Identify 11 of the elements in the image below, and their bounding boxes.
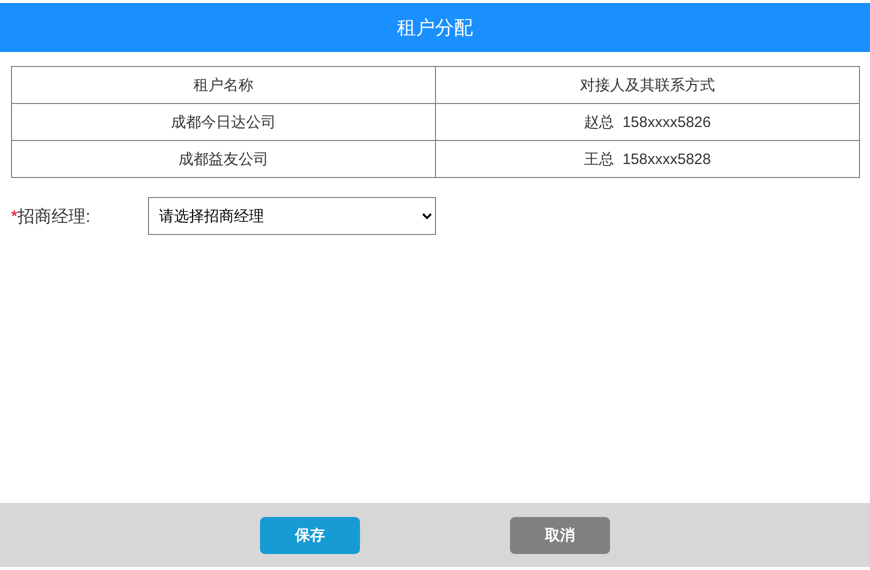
column-header: 租户名称 xyxy=(12,66,436,104)
manager-select[interactable]: 请选择招商经理 xyxy=(148,197,436,235)
cancel-button[interactable]: 取消 xyxy=(510,516,610,554)
table-cell: 成都今日达公司 xyxy=(12,104,436,140)
table-cell: 赵总 158xxxx5826 xyxy=(436,104,860,140)
field-label: *招商经理: xyxy=(11,206,92,228)
table-cell: 王总 158xxxx5828 xyxy=(436,140,860,178)
save-button[interactable]: 保存 xyxy=(260,516,360,554)
page-title: 租户分配 xyxy=(0,3,870,52)
table-cell: 成都益友公司 xyxy=(12,140,436,178)
column-header: 对接人及其联系方式 xyxy=(436,66,860,104)
